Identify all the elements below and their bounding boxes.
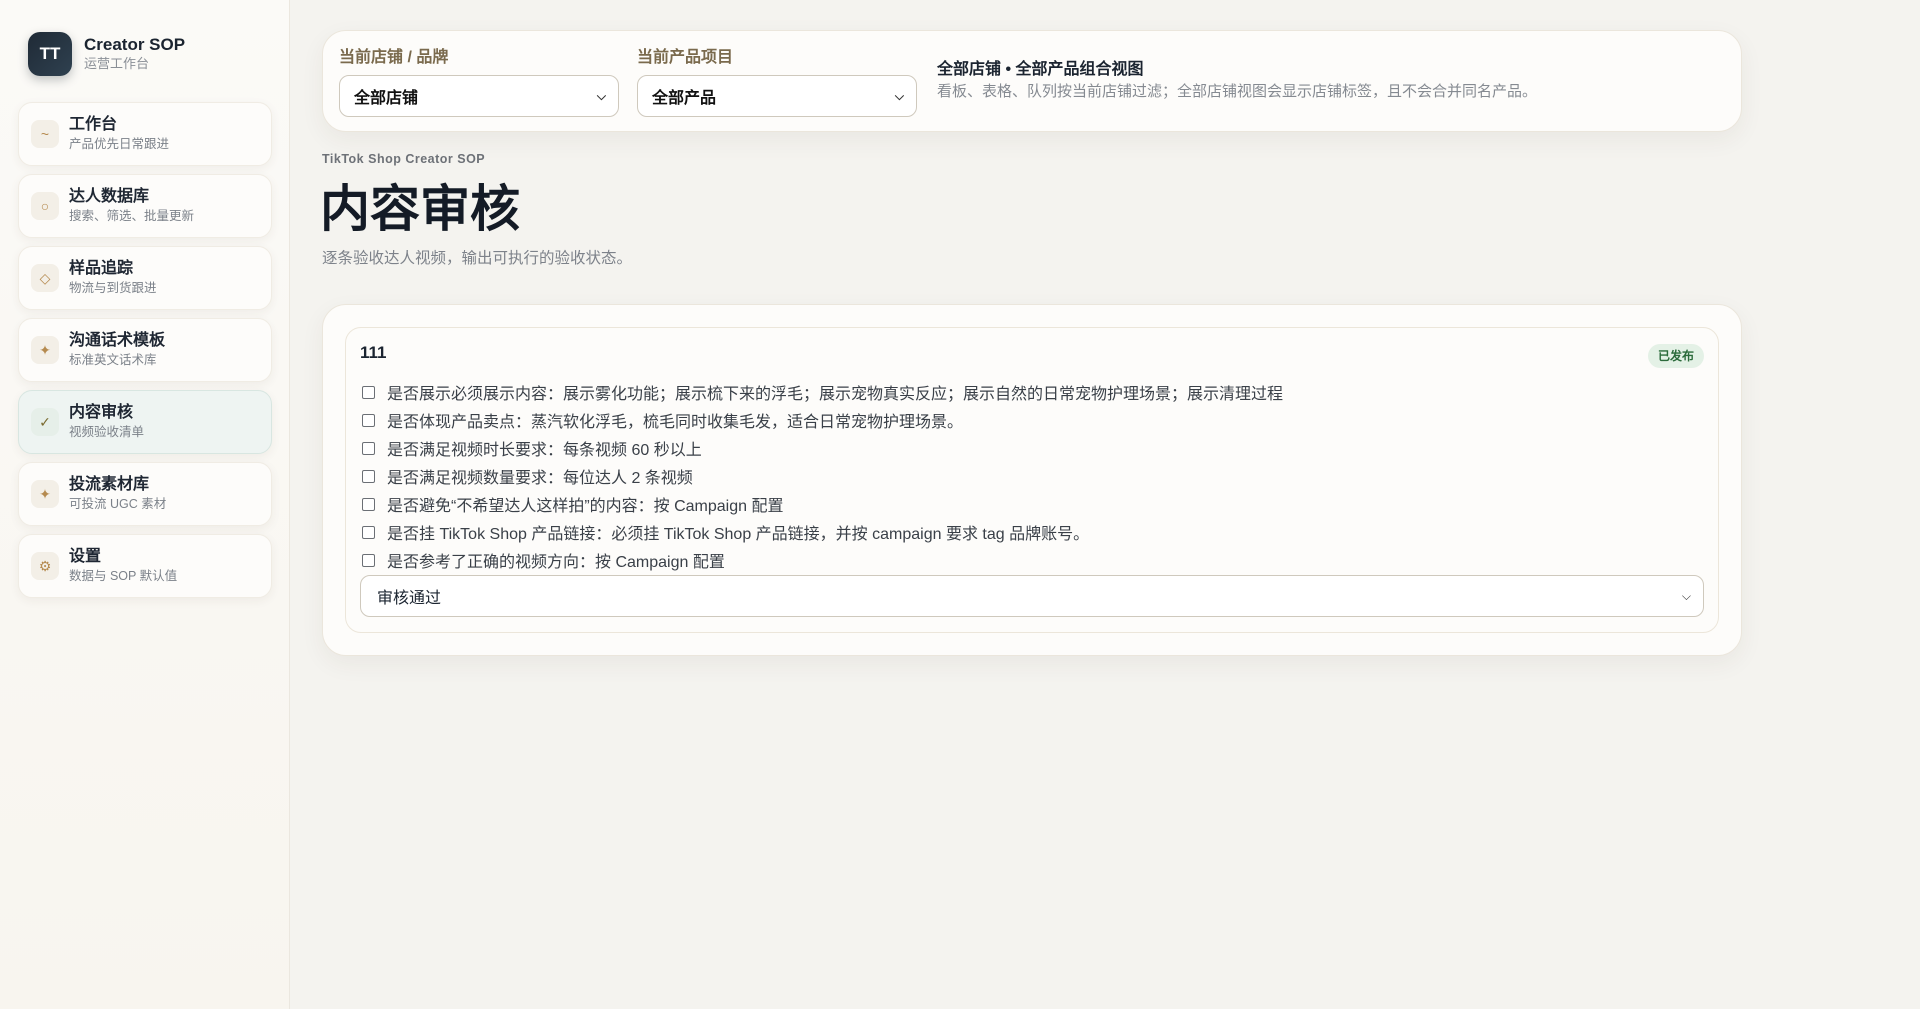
checklist-item[interactable]: 是否挂 TikTok Shop 产品链接：必须挂 TikTok Shop 产品链… bbox=[362, 518, 1283, 546]
checklist-item[interactable]: 是否体现产品卖点：蒸汽软化浮毛，梳毛同时收集毛发，适合日常宠物护理场景。 bbox=[362, 406, 1283, 434]
sidebar: TT Creator SOP 运营工作台 ~ 工作台产品优先日常跟进 ○ 达人数据库搜… bbox=[0, 0, 290, 1009]
sidebar-item-sub: 物流与到货跟进 bbox=[69, 281, 157, 295]
check-icon: ✓ bbox=[31, 408, 59, 436]
checklist-item[interactable]: 是否参考了正确的视频方向：按 Campaign 配置 bbox=[362, 546, 1283, 574]
sidebar-item-label: 样品追踪 bbox=[69, 260, 134, 277]
sparkle-icon: ✦ bbox=[31, 336, 59, 364]
gear-icon: ⚙ bbox=[31, 552, 59, 580]
sidebar-item-3[interactable]: ✦ 沟通话术模板 标准英文话术库 bbox=[18, 318, 272, 382]
checklist-item-label: 是否避免“不希望达人这样拍”的内容：按 Campaign 配置 bbox=[387, 498, 784, 515]
review-item: 111 已发布 是否展示必须展示内容：展示雾化功能；展示梳下来的浮毛；展示宠物真… bbox=[345, 327, 1719, 633]
sidebar-item-4[interactable]: ✓ 内容审核视频验收清单 bbox=[18, 390, 272, 454]
review-card: 111 已发布 是否展示必须展示内容：展示雾化功能；展示梳下来的浮毛；展示宠物真… bbox=[322, 304, 1742, 656]
checklist-item[interactable]: 是否满足视频数量要求：每位达人 2 条视频 bbox=[362, 462, 1283, 490]
filter-bar: 当前店铺 / 品牌 全部店铺 ⌵ 当前产品项目 全部产品 ⌵ 全部店铺 • 全部… bbox=[322, 30, 1742, 132]
checkbox[interactable] bbox=[362, 553, 375, 567]
checklist-item-label: 是否满足视频时长要求：每条视频 60 秒以上 bbox=[387, 442, 702, 459]
checklist-item-label: 是否满足视频数量要求：每位达人 2 条视频 bbox=[387, 470, 693, 487]
filter-info-title: 全部店铺 • 全部产品组合视图 bbox=[937, 61, 1144, 78]
sidebar-item-label: 设置 bbox=[69, 548, 102, 565]
checkbox[interactable] bbox=[362, 441, 375, 455]
filter-info: 全部店铺 • 全部产品组合视图 看板、表格、队列按当前店铺过滤；全部店铺视图会显… bbox=[937, 59, 1537, 103]
store-select-value: 全部店铺 bbox=[354, 90, 419, 107]
brand: TT Creator SOP 运营工作台 bbox=[28, 32, 185, 76]
checkbox[interactable] bbox=[362, 413, 375, 427]
brand-title: Creator SOP bbox=[84, 35, 186, 54]
checklist-item[interactable]: 是否展示必须展示内容：展示雾化功能；展示梳下来的浮毛；展示宠物真实反应；展示自然… bbox=[362, 378, 1283, 406]
checkbox[interactable] bbox=[362, 469, 375, 483]
sidebar-item-label: 达人数据库 bbox=[69, 188, 150, 205]
review-result-select[interactable]: 审核通过 ⌵ bbox=[360, 575, 1704, 617]
review-checklist: 是否展示必须展示内容：展示雾化功能；展示梳下来的浮毛；展示宠物真实反应；展示自然… bbox=[362, 378, 1283, 574]
sidebar-item-sub: 标准英文话术库 bbox=[69, 353, 157, 367]
sidebar-item-0[interactable]: ~ 工作台产品优先日常跟进 bbox=[18, 102, 272, 166]
product-select[interactable]: 全部产品 ⌵ bbox=[637, 75, 917, 117]
sidebar-item-2[interactable]: ◇ 样品追踪物流与到货跟进 bbox=[18, 246, 272, 310]
filter-info-description: 看板、表格、队列按当前店铺过滤；全部店铺视图会显示店铺标签，且不会合并同名产品。 bbox=[937, 83, 1538, 100]
product-select-value: 全部产品 bbox=[652, 90, 717, 107]
store-select[interactable]: 全部店铺 ⌵ bbox=[339, 75, 619, 117]
star-icon: ✦ bbox=[31, 480, 59, 508]
diamond-icon: ◇ bbox=[31, 264, 59, 292]
checklist-item-label: 是否展示必须展示内容：展示雾化功能；展示梳下来的浮毛；展示宠物真实反应；展示自然… bbox=[387, 386, 1284, 403]
checkbox[interactable] bbox=[362, 385, 375, 399]
chevron-down-icon: ⌵ bbox=[894, 88, 904, 103]
page-title: 内容审核 bbox=[320, 181, 520, 237]
sidebar-item-sub: 搜索、筛选、批量更新 bbox=[69, 209, 195, 223]
checklist-item-label: 是否体现产品卖点：蒸汽软化浮毛，梳毛同时收集毛发，适合日常宠物护理场景。 bbox=[387, 414, 964, 431]
product-filter-label: 当前产品项目 bbox=[637, 49, 734, 66]
sidebar-item-1[interactable]: ○ 达人数据库搜索、筛选、批量更新 bbox=[18, 174, 272, 238]
sidebar-item-6[interactable]: ⚙ 设置数据与 SOP 默认值 bbox=[18, 534, 272, 598]
sidebar-item-label: 工作台 bbox=[69, 116, 118, 133]
checklist-item[interactable]: 是否避免“不希望达人这样拍”的内容：按 Campaign 配置 bbox=[362, 490, 1283, 518]
sidebar-item-label: 沟通话术模板 bbox=[69, 332, 166, 349]
store-filter-label: 当前店铺 / 品牌 bbox=[339, 49, 449, 66]
circle-icon: ○ bbox=[31, 192, 59, 220]
review-title: 111 bbox=[360, 343, 387, 362]
checkbox[interactable] bbox=[362, 497, 375, 511]
sidebar-nav: ~ 工作台产品优先日常跟进 ○ 达人数据库搜索、筛选、批量更新 ◇ 样品追踪物流与到货跟进… bbox=[18, 102, 272, 606]
sidebar-item-sub: 产品优先日常跟进 bbox=[69, 137, 170, 151]
checklist-item[interactable]: 是否满足视频时长要求：每条视频 60 秒以上 bbox=[362, 434, 1283, 462]
trend-icon: ~ bbox=[31, 120, 59, 148]
sidebar-item-label: 投流素材库 bbox=[69, 476, 150, 493]
review-result-value: 审核通过 bbox=[377, 590, 442, 607]
chevron-down-icon: ⌵ bbox=[1681, 588, 1691, 603]
sidebar-item-label: 内容审核 bbox=[69, 404, 134, 421]
checklist-item-label: 是否参考了正确的视频方向：按 Campaign 配置 bbox=[387, 554, 725, 571]
sidebar-item-sub: 视频验收清单 bbox=[69, 425, 145, 439]
page-description: 逐条验收达人视频，输出可执行的验收状态。 bbox=[322, 250, 633, 267]
sidebar-item-sub: 数据与 SOP 默认值 bbox=[69, 569, 178, 583]
brand-subtitle: 运营工作台 bbox=[84, 56, 150, 71]
sidebar-item-sub: 可投流 UGC 素材 bbox=[69, 497, 167, 511]
checklist-item-label: 是否挂 TikTok Shop 产品链接：必须挂 TikTok Shop 产品链… bbox=[387, 526, 1090, 543]
checkbox[interactable] bbox=[362, 525, 375, 539]
page-eyebrow: TikTok Shop Creator SOP bbox=[322, 152, 486, 166]
sidebar-item-5[interactable]: ✦ 投流素材库可投流 UGC 素材 bbox=[18, 462, 272, 526]
brand-logo: TT bbox=[28, 32, 72, 76]
status-badge: 已发布 bbox=[1647, 344, 1704, 368]
chevron-down-icon: ⌵ bbox=[596, 88, 606, 103]
